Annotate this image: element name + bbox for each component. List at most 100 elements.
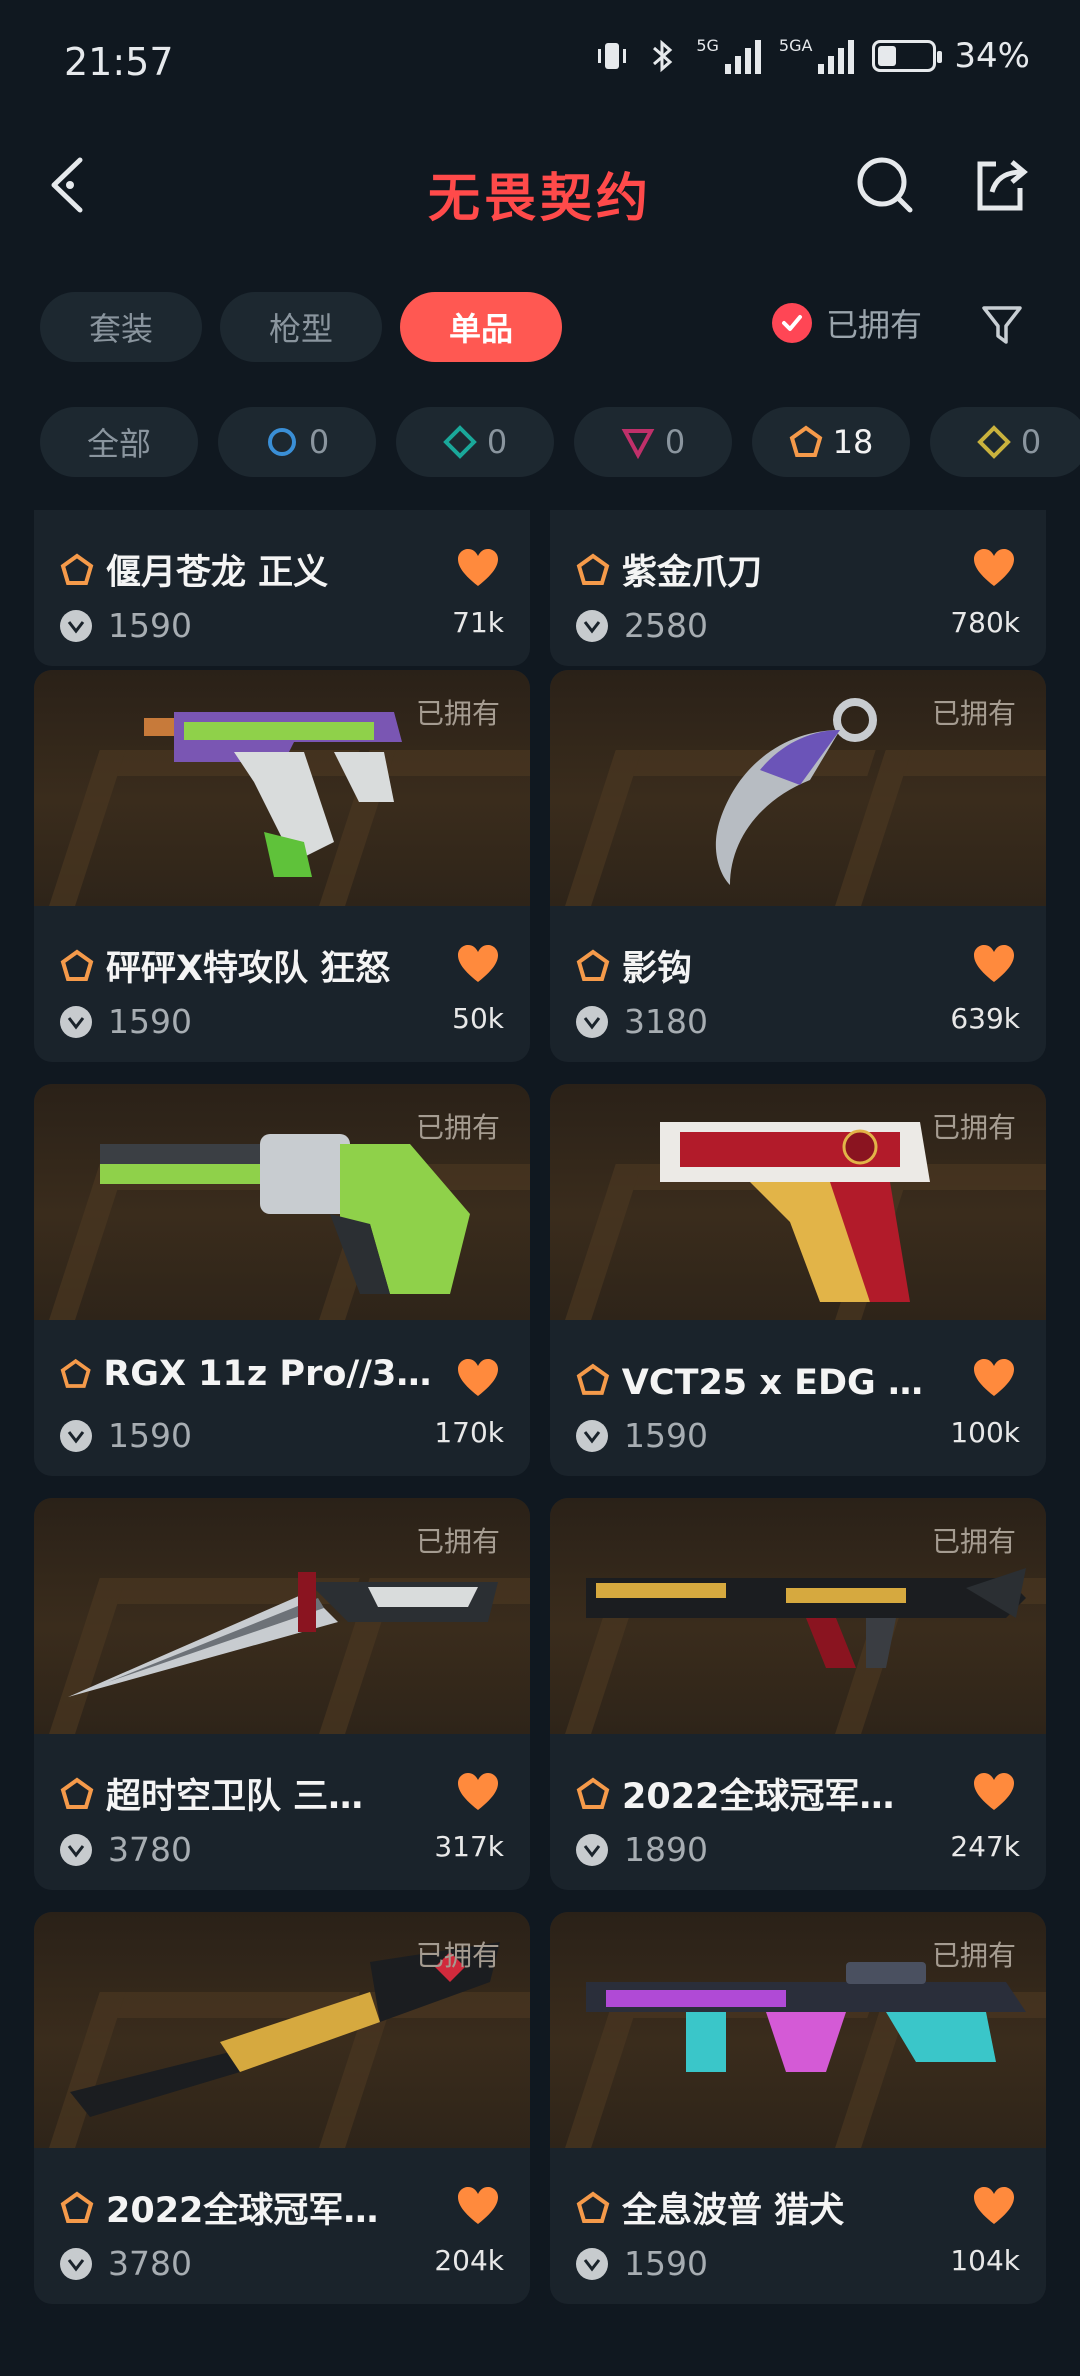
owned-tag: 已拥有 <box>931 697 1016 730</box>
owned-tag: 已拥有 <box>415 697 500 730</box>
vp-coin-icon <box>60 1833 92 1866</box>
item-name: 全息波普 猎犬 <box>622 2191 845 2231</box>
bluetooth-icon <box>653 39 673 73</box>
item-name: 影钩 <box>622 949 693 989</box>
tab-single-item[interactable]: 单品 <box>400 292 562 362</box>
heart-icon[interactable] <box>972 548 1016 588</box>
owned-tag: 已拥有 <box>931 1939 1016 1972</box>
page-title: 无畏契约 <box>427 169 652 229</box>
smg-black-image <box>586 1568 1026 1668</box>
item-card[interactable]: 已拥有 2022全球冠军… 3780 204k <box>34 1912 530 2304</box>
item-likes: 639k <box>950 1002 1020 1035</box>
item-name: 2022全球冠军… <box>106 2191 379 2231</box>
owned-tag: 已拥有 <box>931 1111 1016 1144</box>
heart-icon[interactable] <box>456 1772 500 1812</box>
vibrate-icon <box>598 43 627 69</box>
tier-exclusive-icon <box>60 949 94 981</box>
tier-exclusive-icon <box>60 1358 91 1388</box>
item-price: 3780 <box>108 1830 192 1869</box>
item-card[interactable]: 已拥有 VCT25 x EDG 标配 1590 100k <box>550 1084 1046 1476</box>
item-price: 3180 <box>624 1002 708 1041</box>
rarity-all[interactable]: 全部 <box>40 407 198 477</box>
rifle-neon-image <box>586 1962 1026 2072</box>
rarity-ultra[interactable]: 0 <box>930 407 1080 477</box>
app-header: 无畏契约 <box>0 130 1080 240</box>
vp-coin-icon <box>60 2247 92 2280</box>
tier-exclusive-icon <box>576 2191 610 2223</box>
heart-icon[interactable] <box>972 1772 1016 1812</box>
heart-icon[interactable] <box>972 944 1016 984</box>
search-icon[interactable] <box>852 152 918 218</box>
item-name: VCT25 x EDG 标配 <box>621 1363 956 1403</box>
item-card[interactable]: 已拥有 2022全球冠军… 1890 247k <box>550 1498 1046 1890</box>
item-price: 1590 <box>108 1002 192 1041</box>
signal-5g-icon: 5G <box>696 38 761 74</box>
rarity-select-icon <box>267 428 296 456</box>
vp-coin-icon <box>576 1419 608 1452</box>
filter-icon[interactable] <box>980 302 1024 346</box>
item-image: 已拥有 <box>34 1912 530 2148</box>
owned-filter-toggle[interactable]: 已拥有 <box>772 300 922 346</box>
item-card[interactable]: 偃月苍龙 正义 1590 71k <box>34 510 530 666</box>
item-name: 砰砰X特攻队 狂怒 <box>106 949 391 989</box>
tab-bundle[interactable]: 套装 <box>40 292 202 362</box>
item-likes: 50k <box>452 1002 504 1035</box>
battery-icon <box>872 40 943 72</box>
heart-icon[interactable] <box>972 2186 1016 2226</box>
item-name: RGX 11z Pro//3.0… <box>103 1354 440 1394</box>
item-likes: 170k <box>434 1416 504 1449</box>
owned-tag: 已拥有 <box>415 1939 500 1972</box>
heart-icon[interactable] <box>456 2186 500 2226</box>
heart-icon[interactable] <box>972 1358 1016 1398</box>
item-likes: 247k <box>950 1830 1020 1863</box>
status-bar: 21:57 5G 5GA 34% <box>0 0 1080 130</box>
item-likes: 71k <box>452 606 504 639</box>
item-card[interactable]: 紫金爪刀 2580 780k <box>550 510 1046 666</box>
tier-exclusive-icon <box>576 1777 610 1809</box>
item-card[interactable]: 已拥有 超时空卫队 三… 3780 317k <box>34 1498 530 1890</box>
item-price: 2580 <box>624 606 708 645</box>
karambit-image <box>715 698 877 885</box>
rarity-premium[interactable]: 0 <box>574 407 732 477</box>
item-name: 偃月苍龙 正义 <box>106 553 329 593</box>
rarity-deluxe[interactable]: 0 <box>396 407 554 477</box>
item-likes: 100k <box>950 1416 1020 1449</box>
rarity-ultra-icon <box>976 425 1011 459</box>
tier-exclusive-icon <box>576 949 610 981</box>
item-card[interactable]: 已拥有 RGX 11z Pro//3.0… 1590 170k <box>34 1084 530 1476</box>
tab-weapon-type[interactable]: 枪型 <box>220 292 382 362</box>
item-image: 已拥有 <box>550 1084 1046 1320</box>
owned-tag: 已拥有 <box>415 1525 500 1558</box>
vp-coin-icon <box>60 1419 92 1452</box>
item-name: 紫金爪刀 <box>622 553 763 593</box>
item-likes: 317k <box>434 1830 504 1863</box>
rarity-filter-row: 全部 0 0 0 18 0 <box>40 407 1080 477</box>
item-card[interactable]: 已拥有 全息波普 猎犬 1590 104k <box>550 1912 1046 2304</box>
item-card[interactable]: 已拥有 砰砰X特攻队 狂怒 1590 50k <box>34 670 530 1062</box>
item-price: 1890 <box>624 1830 708 1869</box>
signal-5ga-icon: 5GA <box>779 38 855 74</box>
rarity-select[interactable]: 0 <box>218 407 376 477</box>
item-card[interactable]: 已拥有 影钩 3180 639k <box>550 670 1046 1062</box>
item-price: 1590 <box>624 1416 708 1455</box>
rarity-deluxe-icon <box>442 425 477 459</box>
heart-icon[interactable] <box>456 1358 500 1398</box>
item-grid: 偃月苍龙 正义 1590 71k 紫金爪刀 2580 780k 已拥有 砰砰X特… <box>34 510 1046 2376</box>
heart-icon[interactable] <box>456 548 500 588</box>
rarity-exclusive[interactable]: 18 <box>752 407 910 477</box>
item-likes: 104k <box>950 2244 1020 2277</box>
heart-icon[interactable] <box>456 944 500 984</box>
check-icon <box>772 303 812 343</box>
status-icons: 5G 5GA 34% <box>594 36 1030 76</box>
item-price: 1590 <box>108 606 192 645</box>
owned-tag: 已拥有 <box>931 1525 1016 1558</box>
tier-exclusive-icon <box>60 553 94 585</box>
item-image: 已拥有 <box>34 1498 530 1734</box>
tier-exclusive-icon <box>576 1363 610 1395</box>
tier-exclusive-icon <box>60 2191 94 2223</box>
item-likes: 780k <box>950 606 1020 639</box>
share-icon[interactable] <box>968 152 1034 218</box>
item-price: 1590 <box>108 1416 192 1455</box>
vp-coin-icon <box>576 1833 608 1866</box>
owned-tag: 已拥有 <box>415 1111 500 1144</box>
